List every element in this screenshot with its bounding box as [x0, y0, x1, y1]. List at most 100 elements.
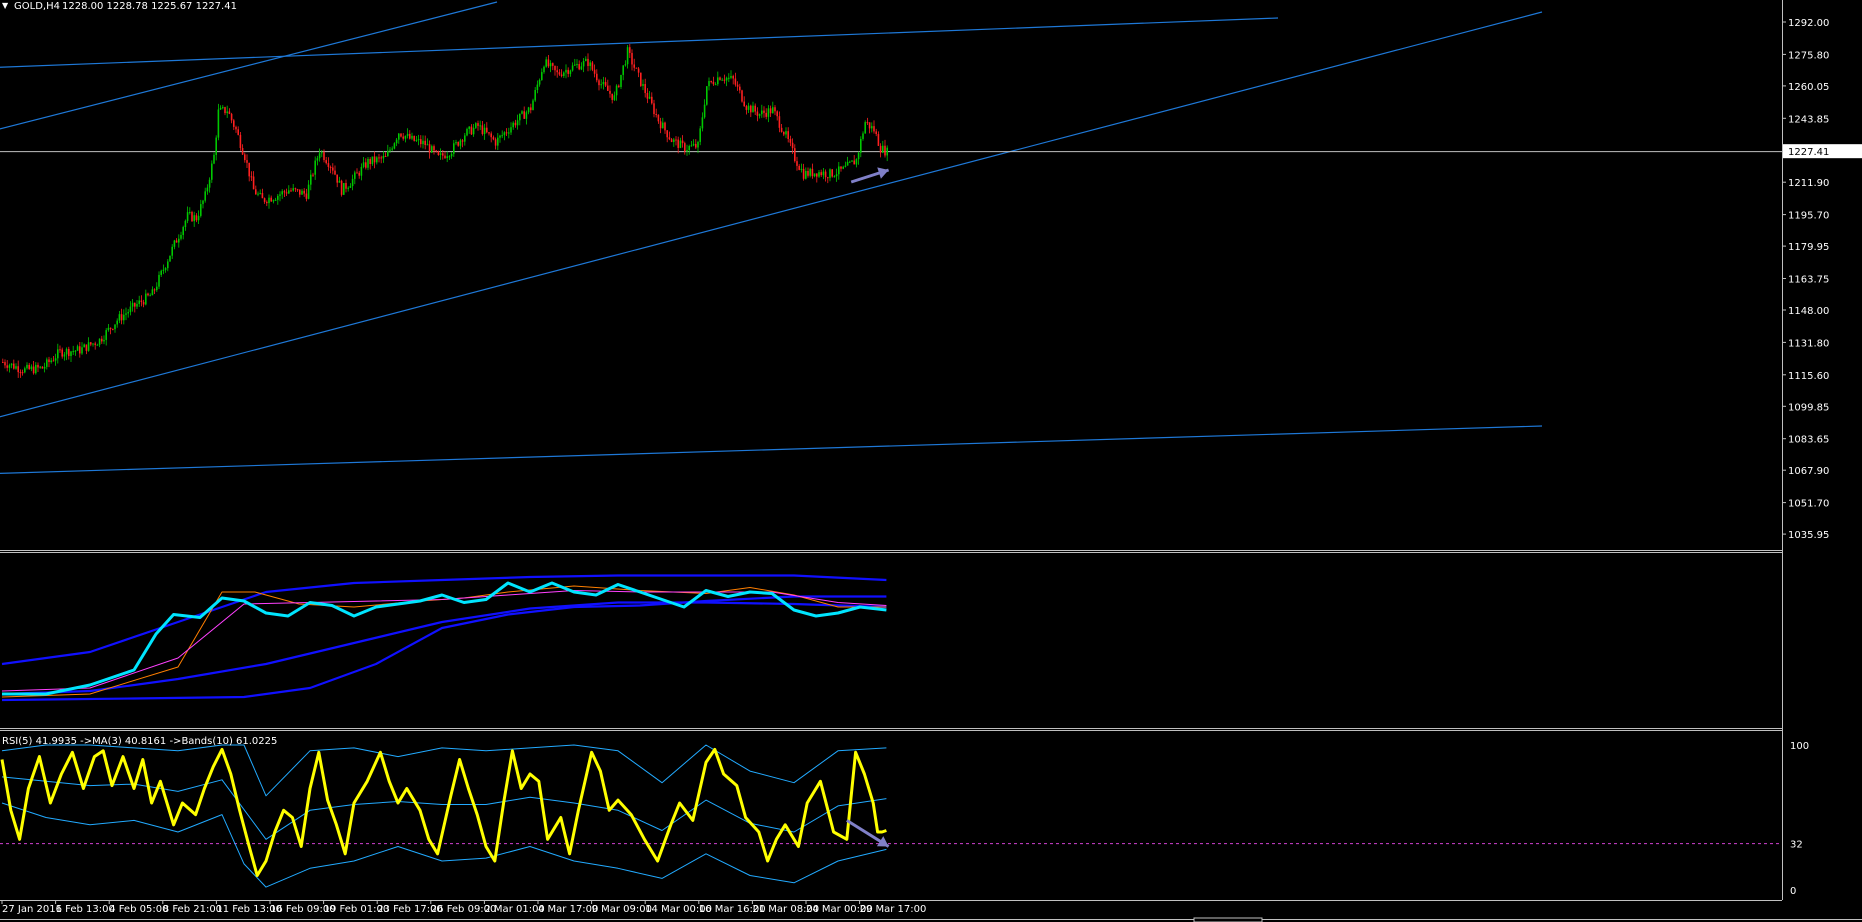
bull-candle	[316, 158, 319, 161]
scrollbar-thumb[interactable]	[1193, 917, 1263, 922]
bear-candle	[677, 139, 679, 148]
bull-candle	[692, 143, 695, 146]
bull-candle	[699, 128, 701, 142]
bull-candle	[846, 161, 849, 166]
bear-candle	[657, 114, 660, 122]
bull-candle	[193, 215, 195, 222]
bull-candle	[648, 96, 651, 99]
bear-candle	[796, 161, 798, 166]
bull-candle	[118, 314, 121, 321]
bear-candle	[820, 172, 822, 176]
bear-candle	[380, 157, 382, 159]
price-tick-label: 1115.60	[1788, 371, 1829, 382]
bear-candle	[552, 63, 554, 66]
bull-candle	[725, 77, 728, 81]
bear-candle	[811, 168, 814, 177]
bull-candle	[131, 302, 134, 307]
bear-candle	[4, 362, 6, 366]
bull-candle	[393, 143, 396, 149]
bull-candle	[74, 350, 77, 352]
bear-candle	[587, 58, 589, 66]
bear-candle	[48, 359, 50, 363]
price-tick-label: 1067.90	[1788, 466, 1829, 477]
bear-candle	[492, 137, 495, 140]
bull-candle	[525, 112, 528, 119]
bull-candle	[277, 195, 279, 200]
bull-candle	[871, 126, 873, 129]
bear-candle	[558, 72, 561, 75]
bull-candle	[351, 178, 354, 187]
bull-candle	[576, 64, 578, 66]
bear-candle	[228, 111, 231, 114]
bull-candle	[545, 59, 547, 67]
bear-candle	[435, 150, 437, 152]
bull-candle	[318, 153, 321, 159]
bear-candle	[488, 132, 490, 134]
bear-candle	[635, 67, 638, 69]
bear-candle	[290, 190, 292, 192]
bull-candle	[274, 199, 277, 201]
bear-candle	[560, 74, 563, 76]
bull-candle	[189, 212, 191, 214]
bull-candle	[125, 313, 127, 315]
bull-candle	[864, 122, 866, 134]
bear-candle	[369, 159, 371, 165]
bear-candle	[283, 191, 286, 193]
bull-candle	[24, 368, 26, 373]
bull-candle	[184, 220, 187, 228]
bear-candle	[794, 148, 796, 162]
chart-window: RSI(5) 41.9935 ->MA(3) 40.8161 ->Bands(1…	[0, 0, 1862, 922]
bull-candle	[747, 105, 750, 110]
bear-candle	[598, 80, 600, 86]
bull-candle	[162, 269, 165, 271]
bear-candle	[765, 112, 767, 117]
time-tick-label: 4 Feb 05:00	[109, 904, 168, 915]
bear-candle	[112, 328, 114, 330]
bull-candle	[96, 344, 99, 346]
bull-candle	[281, 191, 283, 195]
bear-candle	[618, 85, 620, 87]
bull-candle	[721, 79, 723, 81]
collapse-arrow-icon[interactable]: ▼	[2, 1, 9, 10]
bull-candle	[92, 343, 94, 345]
bear-candle	[736, 84, 739, 87]
bear-candle	[750, 105, 752, 113]
price-tick-label: 1292.00	[1788, 18, 1829, 29]
bull-candle	[532, 100, 534, 111]
bull-candle	[307, 184, 310, 199]
chart-background	[0, 0, 1862, 922]
time-tick-label: 2 Mar 01:00	[484, 904, 544, 915]
bear-candle	[745, 106, 748, 110]
price-tick-label: 1179.95	[1788, 242, 1829, 253]
price-tick-label: 1131.80	[1788, 338, 1829, 349]
bear-candle	[244, 154, 246, 161]
bear-candle	[827, 177, 829, 179]
bull-candle	[395, 139, 398, 144]
bear-candle	[769, 108, 772, 114]
bull-candle	[292, 188, 294, 191]
bear-candle	[433, 146, 435, 151]
bull-candle	[838, 166, 840, 175]
bear-candle	[556, 70, 558, 73]
bull-candle	[114, 324, 116, 330]
bear-candle	[655, 114, 657, 116]
bull-candle	[565, 69, 567, 73]
bull-candle	[622, 65, 624, 75]
bear-candle	[437, 151, 440, 156]
bull-candle	[415, 139, 418, 141]
bear-candle	[329, 166, 332, 168]
price-tick-label: 1195.70	[1788, 211, 1829, 222]
bull-candle	[272, 200, 275, 202]
bull-candle	[268, 197, 270, 204]
bull-candle	[411, 135, 413, 139]
bull-candle	[10, 363, 13, 366]
bear-candle	[879, 145, 882, 153]
bull-candle	[615, 85, 618, 96]
bull-candle	[521, 111, 523, 114]
bull-candle	[708, 81, 710, 87]
bear-candle	[868, 122, 871, 129]
bull-candle	[426, 144, 429, 146]
bear-candle	[640, 72, 642, 86]
bull-candle	[200, 204, 202, 216]
bear-candle	[444, 155, 446, 159]
